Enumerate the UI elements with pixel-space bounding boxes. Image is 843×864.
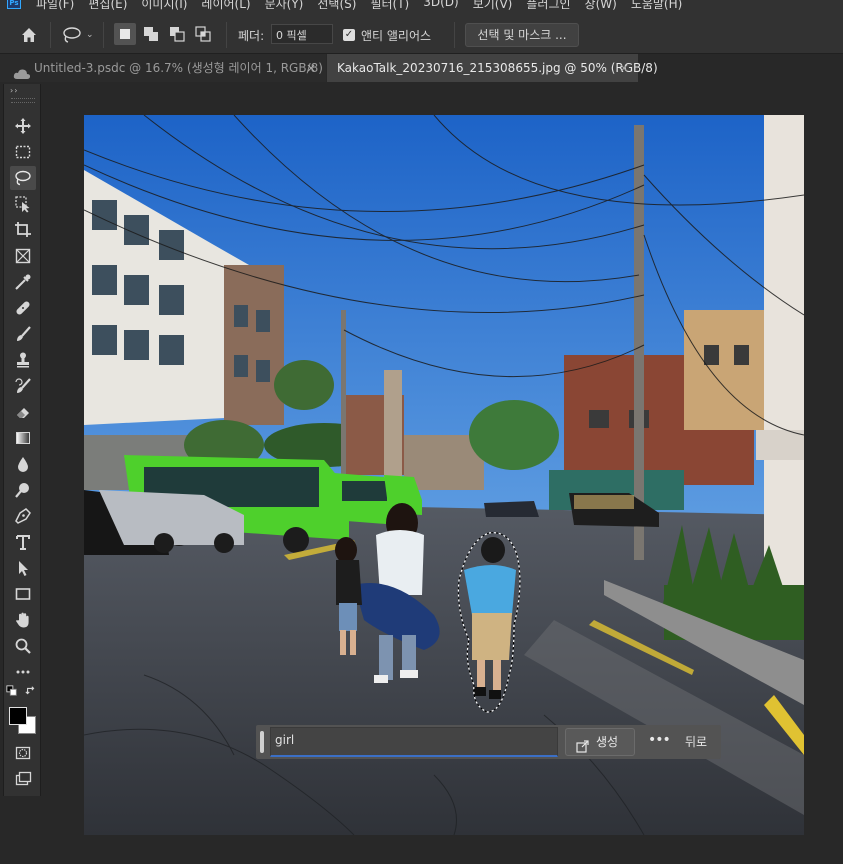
options-divider <box>50 22 51 48</box>
frame-tool-icon[interactable] <box>10 244 36 268</box>
panel-grip[interactable] <box>11 98 35 103</box>
menu-view[interactable]: 보기(V) <box>473 0 513 12</box>
menu-select[interactable]: 선택(S) <box>317 0 356 12</box>
close-icon[interactable]: × <box>306 54 316 82</box>
more-tools-icon[interactable] <box>10 660 36 684</box>
rectangle-tool-icon[interactable] <box>10 582 36 606</box>
tab-label: KakaoTalk_20230716_215308655.jpg @ 50% (… <box>337 61 658 75</box>
generate-label: 생성 <box>596 735 619 749</box>
menu-items: 파일(F) 편집(E) 이미지(I) 레이어(L) 문자(Y) 선택(S) 필터… <box>36 0 682 12</box>
lasso-tool-icon[interactable] <box>10 166 36 190</box>
right-wall <box>764 115 804 595</box>
tools-panel: ›› <box>3 84 41 796</box>
zoom-tool-icon[interactable] <box>10 634 36 658</box>
hand-tool-icon[interactable] <box>10 608 36 632</box>
menu-filter[interactable]: 필터(T) <box>370 0 409 12</box>
feather-input[interactable]: 0 픽셀 <box>271 24 333 44</box>
options-divider <box>226 22 227 48</box>
utility-pole <box>634 125 644 560</box>
more-options-icon[interactable]: ••• <box>648 731 671 753</box>
chevron-down-icon[interactable]: ⌄ <box>86 28 96 42</box>
drag-handle[interactable] <box>260 731 264 753</box>
add-to-selection-button[interactable] <box>140 23 162 45</box>
rectangular-marquee-tool-icon[interactable] <box>10 140 36 164</box>
clone-stamp-tool-icon[interactable] <box>10 348 36 372</box>
collapse-panel-icon[interactable]: ›› <box>10 86 18 95</box>
anti-alias-checkbox[interactable]: ✓ <box>343 29 355 41</box>
cloud-icon <box>13 62 31 79</box>
menu-plugins[interactable]: 플러그인 <box>526 0 570 12</box>
foreground-color-swatch[interactable] <box>9 707 27 725</box>
swap-colors-icon[interactable] <box>24 684 38 698</box>
default-colors-icon[interactable] <box>5 684 19 698</box>
subtract-from-selection-button[interactable] <box>166 23 188 45</box>
object-selection-tool-icon[interactable] <box>10 192 36 216</box>
pen-tool-icon[interactable] <box>10 504 36 528</box>
crop-tool-icon[interactable] <box>10 218 36 242</box>
feather-label: 페더: <box>238 29 265 43</box>
eyedropper-tool-icon[interactable] <box>10 270 36 294</box>
menu-layer[interactable]: 레이어(L) <box>201 0 250 12</box>
select-and-mask-button[interactable]: 선택 및 마스크 ... <box>465 23 579 47</box>
history-brush-tool-icon[interactable] <box>10 374 36 398</box>
intersect-selection-button[interactable] <box>192 23 214 45</box>
photoshop-logo-icon[interactable]: Ps <box>7 0 21 9</box>
anti-alias-label: 앤티 앨리어스 <box>361 29 432 43</box>
generate-icon <box>576 736 589 753</box>
tab-kakaotalk-image[interactable]: KakaoTalk_20230716_215308655.jpg @ 50% (… <box>327 54 658 82</box>
path-selection-tool-icon[interactable] <box>10 556 36 580</box>
blur-tool-icon[interactable] <box>10 452 36 476</box>
tab-untitled-3[interactable]: Untitled-3.psdc @ 16.7% (생성형 레이어 1, RGB/… <box>0 54 326 82</box>
screen-mode-icon[interactable] <box>10 767 36 791</box>
dodge-tool-icon[interactable] <box>10 478 36 502</box>
options-divider <box>454 22 455 48</box>
menu-3d[interactable]: 3D(D) <box>423 0 458 12</box>
quick-mask-icon[interactable] <box>10 741 36 765</box>
tab-label: Untitled-3.psdc @ 16.7% (생성형 레이어 1, RGB/… <box>34 61 323 75</box>
lasso-preset-icon[interactable] <box>60 24 84 46</box>
menu-help[interactable]: 도움말(H) <box>631 0 683 12</box>
eraser-tool-icon[interactable] <box>10 400 36 424</box>
new-selection-button[interactable] <box>114 23 136 45</box>
brush-tool-icon[interactable] <box>10 322 36 346</box>
gradient-tool-icon[interactable] <box>10 426 36 450</box>
generative-fill-bar: girl 생성 ••• 뒤로 <box>256 725 721 759</box>
move-tool-icon[interactable] <box>10 114 36 138</box>
menu-type[interactable]: 문자(Y) <box>265 0 304 12</box>
options-bar: ⌄ 페더: 0 픽셀 ✓ 앤티 앨리어스 선택 및 마스크 ... <box>0 14 843 54</box>
menu-file[interactable]: 파일(F) <box>36 0 74 12</box>
healing-brush-tool-icon[interactable] <box>10 296 36 320</box>
back-button[interactable]: 뒤로 <box>676 728 716 756</box>
prompt-input[interactable]: girl <box>270 727 558 757</box>
menu-image[interactable]: 이미지(I) <box>141 0 187 12</box>
menu-bar: Ps 파일(F) 편집(E) 이미지(I) 레이어(L) 문자(Y) 선택(S)… <box>0 0 843 14</box>
document-tab-bar: Untitled-3.psdc @ 16.7% (생성형 레이어 1, RGB/… <box>0 54 843 82</box>
menu-edit[interactable]: 편집(E) <box>88 0 127 12</box>
close-icon[interactable]: × <box>619 54 629 82</box>
home-icon[interactable] <box>18 24 40 46</box>
generate-button[interactable]: 생성 <box>565 728 635 756</box>
menu-window[interactable]: 창(W) <box>585 0 617 12</box>
options-divider <box>103 22 104 48</box>
type-tool-icon[interactable] <box>10 530 36 554</box>
